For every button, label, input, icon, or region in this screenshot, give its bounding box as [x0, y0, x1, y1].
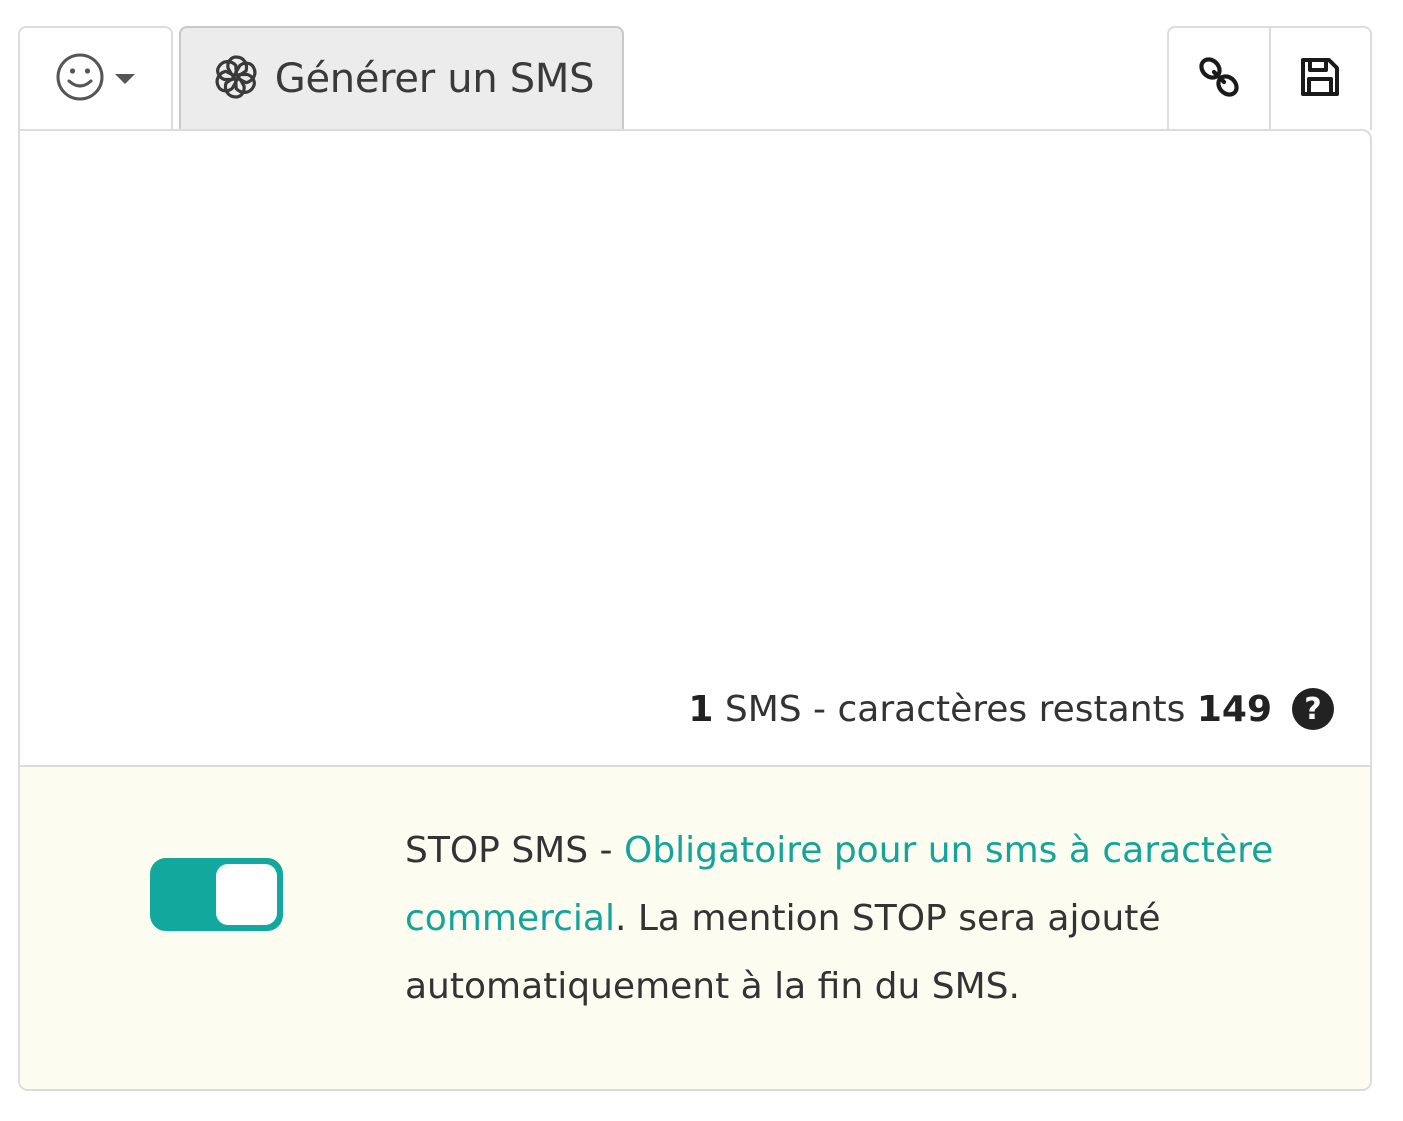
smiley-icon	[55, 52, 105, 106]
stop-sms-section: STOP SMS - Obligatoire pour un sms à car…	[20, 765, 1370, 1089]
sms-editor-panel: 1 SMS - caractères restants 149 ? STOP S…	[18, 129, 1372, 1091]
sms-character-counter: 1 SMS - caractères restants 149 ?	[688, 688, 1334, 730]
toolbar-right-group	[1167, 26, 1372, 130]
question-circle-icon[interactable]: ?	[1292, 688, 1334, 730]
link-icon	[1196, 54, 1242, 104]
stop-sms-prefix: STOP SMS -	[405, 830, 624, 871]
floppy-disk-icon	[1298, 55, 1342, 103]
sms-counter-label: SMS - caractères restants	[724, 688, 1186, 730]
generate-sms-button[interactable]: Générer un SMS	[179, 26, 624, 130]
sms-message-input[interactable]	[20, 131, 1370, 651]
remaining-characters: 149	[1196, 688, 1272, 730]
insert-link-button[interactable]	[1169, 28, 1269, 130]
emoji-picker-button[interactable]	[18, 26, 173, 130]
save-button[interactable]	[1268, 28, 1371, 130]
toggle-knob	[216, 864, 277, 925]
counter-text: 1 SMS - caractères restants 149	[688, 689, 1272, 730]
chevron-down-icon	[113, 70, 137, 89]
stop-sms-description: STOP SMS - Obligatoire pour un sms à car…	[405, 817, 1305, 1021]
sms-count: 1	[688, 688, 714, 730]
stop-sms-toggle[interactable]	[150, 858, 283, 931]
openai-logo-icon	[209, 50, 263, 108]
generate-sms-label: Générer un SMS	[274, 56, 595, 102]
